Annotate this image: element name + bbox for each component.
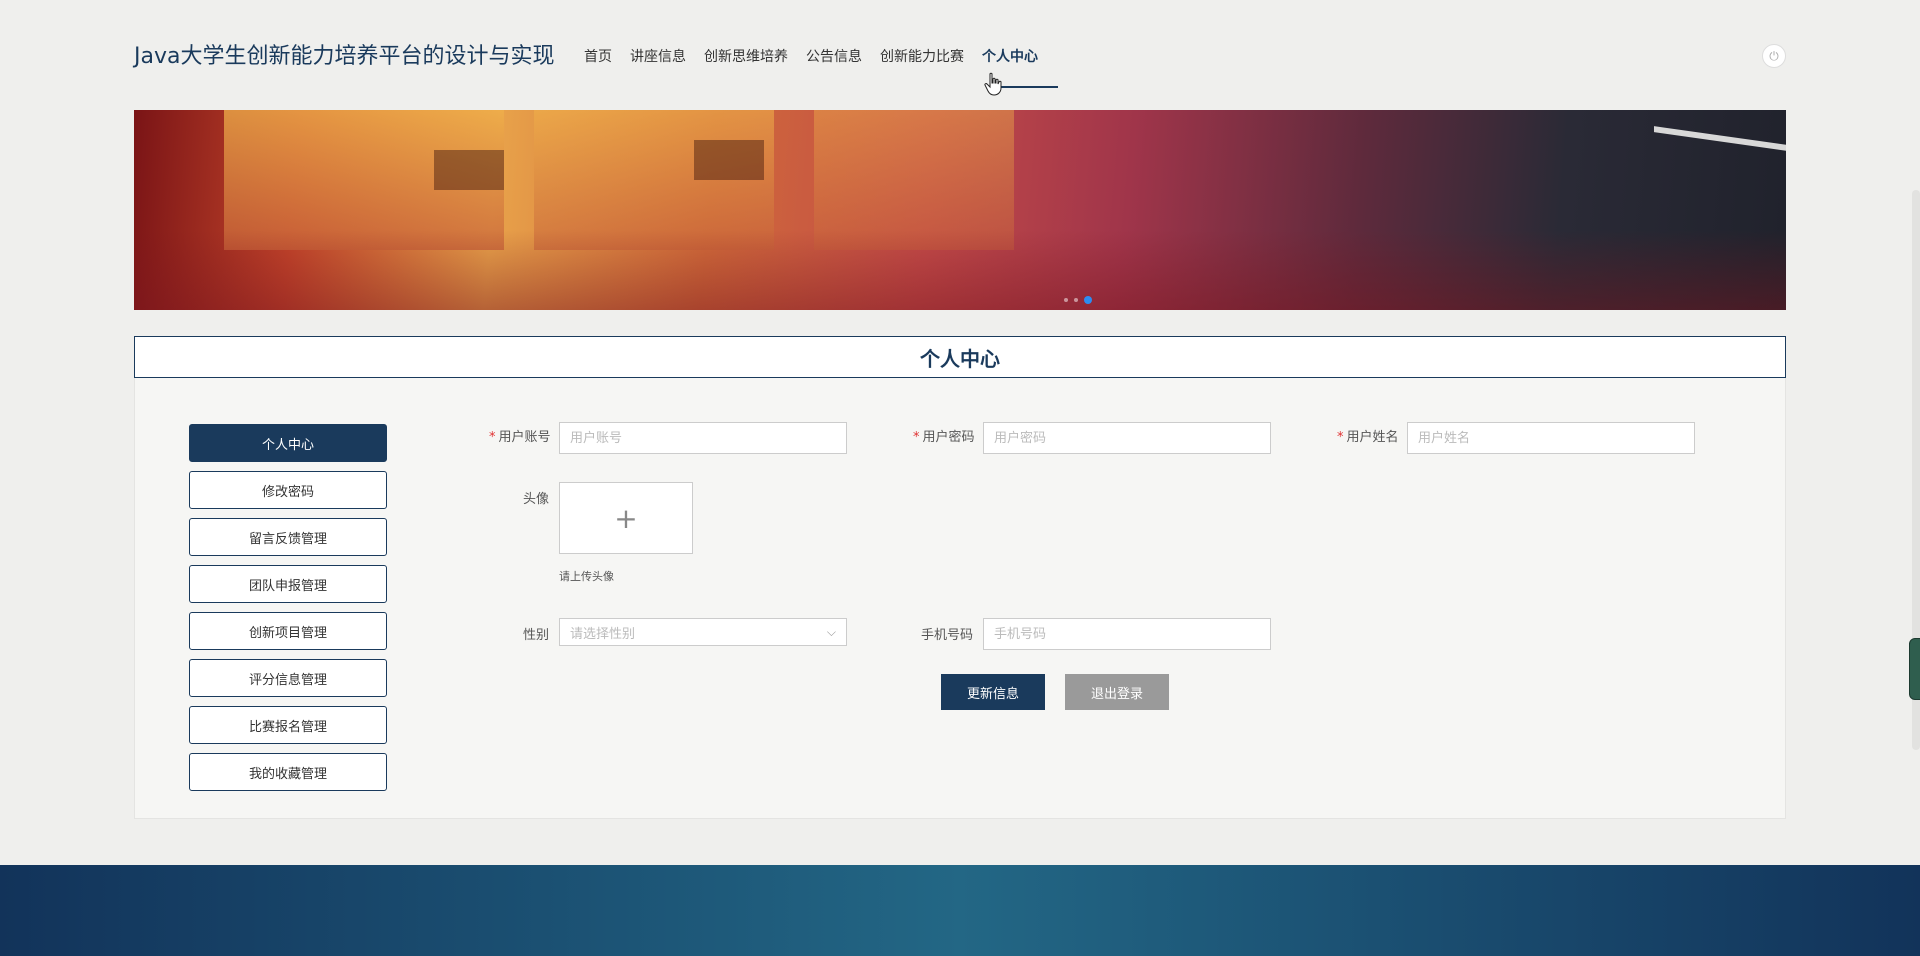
gender-select[interactable]: 请选择性别 ⌵	[559, 618, 847, 646]
banner-carousel[interactable]	[134, 110, 1786, 310]
password-input[interactable]	[983, 422, 1271, 454]
name-input[interactable]	[1407, 422, 1695, 454]
nav-item-personal-center[interactable]: 个人中心	[982, 46, 1038, 66]
chevron-down-icon: ⌵	[826, 624, 836, 639]
nav-item-lectures[interactable]: 讲座信息	[630, 46, 686, 66]
carousel-dot[interactable]	[1064, 298, 1068, 302]
side-menu-personal-center[interactable]: 个人中心	[189, 424, 387, 462]
section-title-box: 个人中心	[134, 336, 1786, 378]
side-menu-change-password[interactable]: 修改密码	[189, 471, 387, 509]
avatar-upload-hint: 请上传头像	[559, 570, 614, 583]
carousel-dot-active[interactable]	[1084, 296, 1092, 304]
site-title: Java大学生创新能力培养平台的设计与实现	[134, 44, 555, 69]
avatar-upload[interactable]: +	[559, 482, 693, 554]
hand-cursor-icon	[984, 72, 1002, 96]
side-menu-scoring[interactable]: 评分信息管理	[189, 659, 387, 697]
plus-icon: +	[614, 501, 638, 535]
side-menu-innovation-projects[interactable]: 创新项目管理	[189, 612, 387, 650]
side-menu-competition-signup[interactable]: 比赛报名管理	[189, 706, 387, 744]
main-nav: 首页 讲座信息 创新思维培养 公告信息 创新能力比赛 个人中心	[584, 46, 1056, 66]
account-input[interactable]	[559, 422, 847, 454]
header: Java大学生创新能力培养平台的设计与实现 首页 讲座信息 创新思维培养 公告信…	[0, 0, 1920, 110]
phone-label: 手机号码	[921, 628, 974, 643]
side-menu-team-application[interactable]: 团队申报管理	[189, 565, 387, 603]
side-menu-feedback[interactable]: 留言反馈管理	[189, 518, 387, 556]
side-menu-favorites[interactable]: 我的收藏管理	[189, 753, 387, 791]
account-label: * 用户账号	[489, 430, 551, 445]
phone-input[interactable]	[983, 618, 1271, 650]
power-icon[interactable]: ⏻	[1762, 44, 1786, 68]
gender-label: 性别	[523, 628, 550, 643]
update-info-button[interactable]: 更新信息	[941, 674, 1045, 710]
name-label: * 用户姓名	[1337, 430, 1399, 445]
page-title: 个人中心	[920, 346, 1000, 371]
nav-item-home[interactable]: 首页	[584, 46, 612, 66]
logout-button[interactable]: 退出登录	[1065, 674, 1169, 710]
footer	[0, 865, 1920, 956]
personal-center-panel: 个人中心 修改密码 留言反馈管理 团队申报管理 创新项目管理 评分信息管理 比赛…	[134, 378, 1786, 819]
nav-item-announcements[interactable]: 公告信息	[806, 46, 862, 66]
gender-select-placeholder: 请选择性别	[570, 626, 636, 642]
side-menu: 个人中心 修改密码 留言反馈管理 团队申报管理 创新项目管理 评分信息管理 比赛…	[189, 424, 387, 800]
password-label: * 用户密码	[913, 430, 975, 445]
nav-item-competitions[interactable]: 创新能力比赛	[880, 46, 964, 66]
carousel-dot[interactable]	[1074, 298, 1078, 302]
avatar-label: 头像	[523, 492, 550, 507]
nav-item-innovation-thinking[interactable]: 创新思维培养	[704, 46, 788, 66]
side-widget-tab[interactable]	[1909, 638, 1920, 700]
carousel-indicators	[1064, 296, 1092, 304]
